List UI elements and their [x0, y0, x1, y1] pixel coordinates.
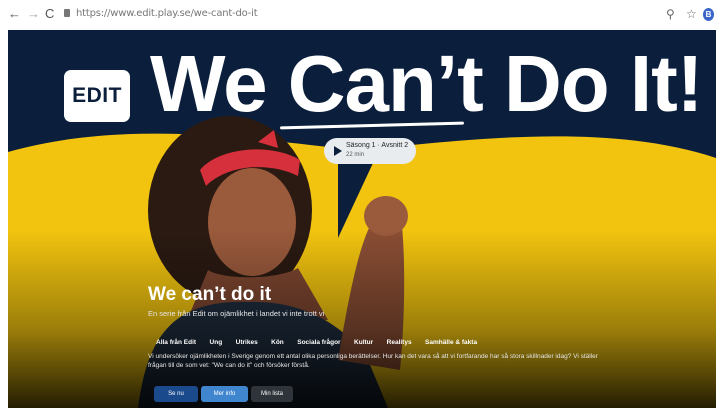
profile-avatar[interactable]: B: [703, 8, 714, 21]
my-list-button[interactable]: Min lista: [251, 386, 293, 402]
duration-label: 22 min: [346, 152, 365, 158]
hero-headline: We Can’t Do It!: [150, 39, 703, 128]
play-icon: [334, 146, 342, 156]
logo-text: EDIT: [72, 84, 122, 107]
show-subtitle: En serie från Edit om ojämlikhet i lande…: [148, 309, 325, 318]
tag-link[interactable]: Ung: [210, 339, 223, 346]
reload-icon[interactable]: C: [45, 7, 54, 21]
season-label: Säsong 1 · Avsnitt 2: [346, 142, 409, 149]
browser-toolbar: ← → C https://www.edit.play.se/we-cant-d…: [0, 0, 716, 30]
tag-link[interactable]: Kön: [271, 339, 284, 346]
tag-link[interactable]: Samhälle & fakta: [425, 339, 477, 346]
zoom-icon[interactable]: ⚲: [666, 7, 675, 21]
forward-arrow-icon[interactable]: →: [27, 7, 40, 21]
season-pill[interactable]: Säsong 1 · Avsnitt 2 22 min: [324, 138, 416, 164]
tag-list: Alla från Edit Ung Utrikes Kön Sociala f…: [156, 331, 486, 346]
bookmark-star-icon[interactable]: ☆: [686, 7, 697, 21]
back-arrow-icon[interactable]: ←: [8, 7, 21, 21]
tag-link[interactable]: Utrikes: [236, 339, 258, 346]
tag-link[interactable]: Sociala frågor: [297, 339, 340, 346]
play-button[interactable]: Se nu: [154, 386, 198, 402]
tag-link[interactable]: Realitys: [387, 339, 412, 346]
hero-banner: EDIT We Can’t Do It! Säsong 1 · Avsnitt …: [8, 30, 716, 408]
lock-icon: [64, 9, 70, 17]
edit-logo: EDIT: [64, 70, 130, 122]
show-description: Vi undersöker ojämlikheten i Sverige gen…: [148, 353, 598, 369]
address-bar[interactable]: https://www.edit.play.se/we-cant-do-it: [76, 8, 258, 19]
show-title: We can’t do it: [148, 284, 272, 305]
tag-link[interactable]: Alla från Edit: [156, 339, 196, 346]
tag-link[interactable]: Kultur: [354, 339, 373, 346]
more-info-button[interactable]: Mer info: [201, 386, 248, 402]
